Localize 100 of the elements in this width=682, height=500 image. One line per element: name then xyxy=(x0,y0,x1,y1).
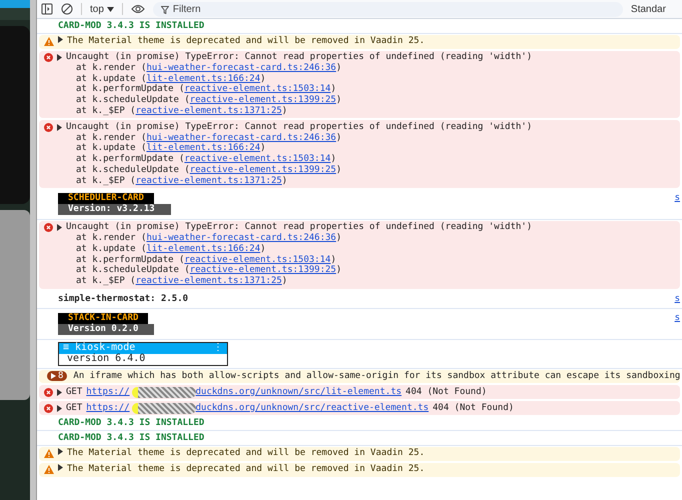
warning-message: The Material theme is deprecated and will be removed in Vaadin 25. xyxy=(67,36,425,48)
issue-count-badge[interactable]: 8 xyxy=(47,371,68,382)
request-url-link[interactable]: https:// duckdns.org/unknown/src/lit-element.ts xyxy=(86,386,402,398)
expand-arrow-icon[interactable] xyxy=(57,224,62,232)
error-icon xyxy=(44,223,53,232)
stack-frame-link[interactable]: reactive-element.ts:1371:25 xyxy=(136,276,282,288)
play-icon xyxy=(51,373,56,380)
stack-frame-link[interactable]: reactive-element.ts:1503:14 xyxy=(184,254,331,266)
stack-frame-text: ) xyxy=(260,143,266,154)
request-url-link[interactable]: https:// duckdns.org/unknown/src/reactive-element.ts xyxy=(86,402,429,414)
stack-frame-link[interactable]: reactive-element.ts:1399:25 xyxy=(190,265,336,276)
stack-frame-link[interactable]: lit-element.ts:166:24 xyxy=(146,74,260,84)
stack-frame-text: at k._$EP ( xyxy=(76,176,136,187)
stack-frame-text: ) xyxy=(336,165,342,176)
card-title-label: STACK-IN-CARD xyxy=(58,313,148,324)
version-label: Version: v3.2.13 xyxy=(58,204,171,215)
stack-frame-link[interactable]: hui-weather-forecast-card.ts:246:36 xyxy=(146,233,336,244)
stack-frame-link[interactable]: reactive-element.ts:1503:14 xyxy=(184,84,331,96)
log-message: CARD-MOD 3.4.3 IS INSTALLED xyxy=(58,418,204,428)
redaction-mark xyxy=(132,386,196,398)
stack-frame-text: at k._$EP ( xyxy=(76,106,136,117)
card-title: ≡ kiosk-mode xyxy=(63,342,136,353)
stack-frame-text: at k.update ( xyxy=(76,244,146,255)
expand-arrow-icon[interactable] xyxy=(57,388,62,396)
stack-frame-text: ) xyxy=(330,154,336,165)
request-method: GET xyxy=(66,386,82,398)
stack-frame-link[interactable]: reactive-element.ts:1399:25 xyxy=(190,165,336,176)
clear-icon[interactable] xyxy=(61,3,73,15)
error-icon xyxy=(44,404,53,413)
stack-frame-text: at k._$EP ( xyxy=(76,276,136,288)
stack-frame-link[interactable]: reactive-element.ts:1371:25 xyxy=(136,176,282,187)
version-label: Version 0.2.0 xyxy=(58,324,154,335)
version-text: version 6.4.0 xyxy=(66,354,146,365)
stack-frame-text: at k.update ( xyxy=(76,74,146,84)
stack-frame-link[interactable]: hui-weather-forecast-card.ts:246:36 xyxy=(146,132,336,144)
stack-frame-text: ) xyxy=(336,62,342,74)
error-icon xyxy=(44,388,53,397)
expand-arrow-icon[interactable] xyxy=(57,54,62,62)
error-message: Uncaught (in promise) TypeError: Cannot read properties of undefined (reading 'width') xyxy=(66,222,532,233)
sidebar-icon[interactable] xyxy=(41,3,53,15)
stack-frame-text: at k.render ( xyxy=(76,233,146,244)
stack-frame-text: ) xyxy=(336,265,342,276)
stack-frame-link[interactable]: reactive-element.ts:1503:14 xyxy=(184,154,331,166)
stack-frame-text: at k.render ( xyxy=(76,132,146,143)
issue-count: 8 xyxy=(58,371,64,382)
stack-frame-text: ) xyxy=(330,254,336,265)
source-link[interactable]: s xyxy=(674,294,680,304)
stack-frame-link[interactable]: hui-weather-forecast-card.ts:246:36 xyxy=(146,62,336,74)
expand-arrow-icon[interactable] xyxy=(58,464,63,472)
stack-frame-text: at k.performUpdate ( xyxy=(76,254,184,265)
log-message: CARD-MOD 3.4.3 IS INSTALLED xyxy=(58,20,204,30)
stack-frame-text: at k.scheduleUpdate ( xyxy=(76,265,190,276)
stack-frame-text: at k.performUpdate ( xyxy=(76,154,184,165)
stack-frame-text: ) xyxy=(282,276,288,288)
stack-frame-link[interactable]: lit-element.ts:166:24 xyxy=(146,244,260,255)
warning-icon xyxy=(44,37,54,46)
context-dropdown[interactable]: top xyxy=(90,2,114,16)
stack-frame-text: ) xyxy=(282,176,288,187)
source-link[interactable]: s xyxy=(674,193,680,204)
warning-icon xyxy=(44,449,54,458)
card-title-label: SCHEDULER-CARD xyxy=(58,193,154,204)
error-message: Uncaught (in promise) TypeError: Cannot read properties of undefined (reading 'width') xyxy=(66,52,532,63)
error-icon xyxy=(44,122,53,132)
stack-frame-link[interactable]: reactive-element.ts:1399:25 xyxy=(190,95,336,106)
stack-frame-text: at k.render ( xyxy=(76,62,146,74)
caret-icon xyxy=(106,6,114,12)
warning-message: The Material theme is deprecated and will be removed in Vaadin 25. xyxy=(67,464,425,475)
stack-frame-text: at k.performUpdate ( xyxy=(76,84,184,95)
warning-icon xyxy=(44,465,54,474)
log-message: simple-thermostat: 2.5.0 xyxy=(58,294,188,304)
stack-frame-text: ) xyxy=(330,84,336,95)
stack-frame-link[interactable]: reactive-element.ts:1371:25 xyxy=(136,106,282,117)
error-icon xyxy=(44,53,53,62)
expand-arrow-icon[interactable] xyxy=(58,448,63,456)
redaction-mark xyxy=(132,402,196,414)
stack-frame-text: ) xyxy=(336,95,342,106)
request-status: 404 (Not Found) xyxy=(406,386,487,398)
levels-dropdown[interactable]: Standar xyxy=(630,2,666,16)
stack-frame-text: ) xyxy=(260,74,266,84)
menu-glyph: ⋮ xyxy=(213,342,223,354)
expand-arrow-icon[interactable] xyxy=(57,404,62,412)
stack-frame-text: at k.scheduleUpdate ( xyxy=(76,165,190,176)
error-message: Uncaught (in promise) TypeError: Cannot read properties of undefined (reading 'width') xyxy=(66,122,532,133)
filter-field[interactable]: Filtern xyxy=(152,2,623,16)
stack-frame-link[interactable]: lit-element.ts:166:24 xyxy=(146,143,260,154)
stack-frame-text: ) xyxy=(282,106,288,117)
expand-arrow-icon[interactable] xyxy=(57,124,62,131)
stack-frame-text: ) xyxy=(336,233,342,244)
stack-frame-text: ) xyxy=(336,132,342,144)
issue-message: An iframe which has both allow-scripts and allow-same-origin for its sandbox attribute can escape its sandboxing xyxy=(73,371,680,382)
request-status: 404 (Not Found) xyxy=(432,402,514,414)
warning-message: The Material theme is deprecated and will be removed in Vaadin 25. xyxy=(67,448,425,460)
stack-frame-text: at k.scheduleUpdate ( xyxy=(76,95,190,106)
source-link[interactable]: s xyxy=(674,313,680,324)
stack-frame-text: at k.update ( xyxy=(76,143,146,154)
expand-arrow-icon[interactable] xyxy=(58,36,63,44)
request-method: GET xyxy=(66,402,82,414)
eye-icon[interactable] xyxy=(130,4,145,14)
stack-frame-text: ) xyxy=(260,244,266,255)
log-message: CARD-MOD 3.4.3 IS INSTALLED xyxy=(58,432,204,443)
